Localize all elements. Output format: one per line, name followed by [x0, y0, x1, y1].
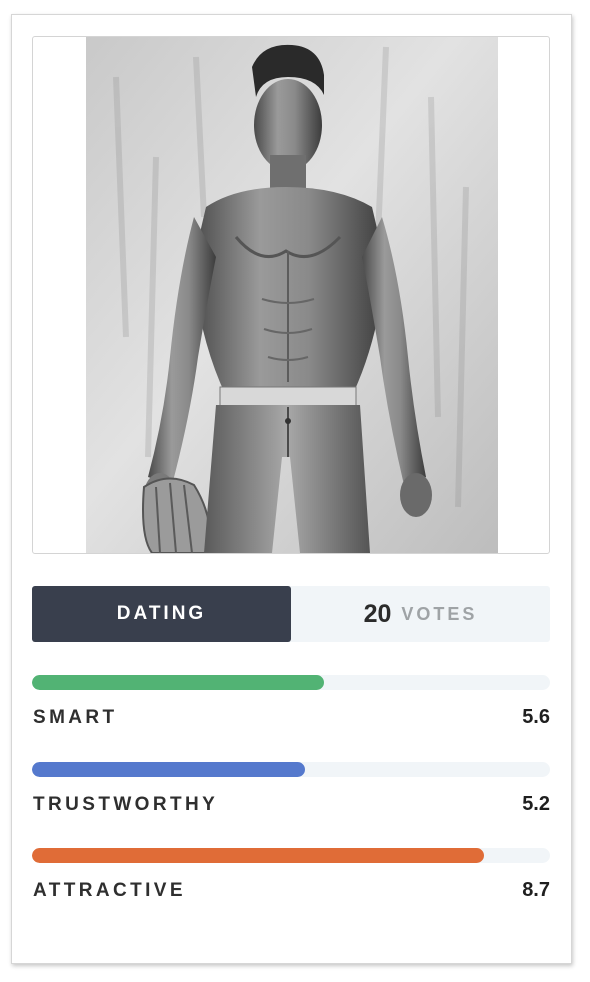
metric-value: 5.6	[522, 706, 550, 728]
votes-count: 20	[363, 599, 392, 628]
profile-card: DATING 20 VOTES SMART 5.6 TRUSTWORTHY 5.…	[11, 14, 572, 964]
vote-bar: DATING 20 VOTES	[32, 586, 550, 642]
metric-label: ATTRACTIVE	[33, 880, 186, 901]
progress-track	[32, 848, 550, 863]
metric-value: 8.7	[522, 879, 550, 901]
votes-label: VOTES	[401, 603, 478, 624]
metric-value: 5.2	[522, 793, 550, 815]
metric-trustworthy: TRUSTWORTHY 5.2	[32, 762, 550, 822]
progress-fill-attractive	[32, 848, 485, 863]
progress-fill-smart	[32, 675, 324, 690]
votes-summary: 20 VOTES	[291, 586, 550, 642]
profile-photo[interactable]	[86, 37, 498, 553]
metric-smart: SMART 5.6	[32, 675, 550, 735]
progress-fill-trustworthy	[32, 762, 305, 777]
metric-attractive: ATTRACTIVE 8.7	[32, 848, 550, 908]
progress-track	[32, 762, 550, 777]
progress-track	[32, 675, 550, 690]
dating-button[interactable]: DATING	[32, 586, 291, 642]
photo-frame	[32, 36, 550, 554]
metric-label: SMART	[33, 707, 118, 728]
metric-label: TRUSTWORTHY	[33, 794, 219, 815]
